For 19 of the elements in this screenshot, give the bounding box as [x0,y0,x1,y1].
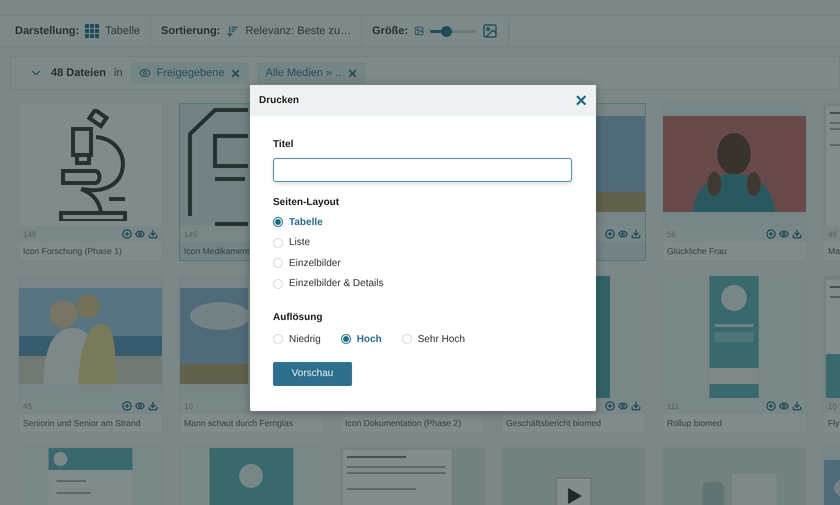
file-name: Icon Forschung (Phase 1) [23,246,122,256]
file-name: Geschäftsbericht biomed [506,418,602,428]
view-label: Darstellung: [15,25,80,37]
file-name: Rollup biomed [667,418,722,428]
in-label: in [114,67,123,79]
resolution-label: Auflösung [273,312,324,323]
sort-label: Sortierung: [161,25,220,37]
layout-label: Seiten-Layout [273,197,340,208]
file-name: Ma [828,246,840,256]
dialog-title: Drucken [259,95,300,106]
file-name: Icon Dokumentation (Phase 2) [345,418,462,428]
file-name: Glückliche Frau [667,246,727,256]
size-label: Größe: [372,25,408,37]
file-count: 48 Dateien [51,67,106,79]
file-name: Seniorin und Senior am Strand [23,418,141,428]
file-name: Mann schaut durch Fernglas [184,418,293,428]
file-name: Icon Medikament [184,246,250,256]
title-label: Titel [273,139,294,150]
file-name: Fly [828,418,840,428]
